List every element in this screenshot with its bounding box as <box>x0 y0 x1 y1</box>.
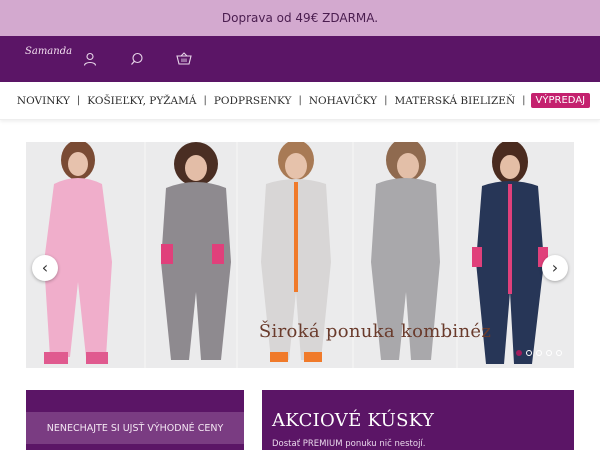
sale-items-title: AKCIOVÉ KÚSKY <box>272 410 435 431</box>
nav-item-materska-bielizen[interactable]: MATERSKÁ BIELIZEŇ <box>388 95 523 107</box>
hero-slider[interactable]: Široká ponuka kombinéz ‹ › <box>26 142 574 368</box>
logo[interactable]: Samanda <box>25 46 72 57</box>
slider-dot[interactable] <box>536 350 542 356</box>
nav-item-novinky[interactable]: NOVINKY <box>10 95 77 107</box>
deals-button[interactable]: NENECHAJTE SI UJSŤ VÝHODNÉ CENY <box>26 412 244 444</box>
nav-item-vypredaj[interactable]: VÝPREDAJ <box>530 93 591 108</box>
slider-dot[interactable] <box>526 350 532 356</box>
sale-items-subtitle: Dostať PREMIUM ponuku nič nestojí. <box>272 439 426 449</box>
cart-icon[interactable] <box>175 50 193 68</box>
slider-dot[interactable] <box>516 350 522 356</box>
search-icon[interactable] <box>128 50 146 68</box>
nav-separator: | <box>522 95 526 106</box>
newsletter-card: NENECHAJTE SI UJSŤ VÝHODNÉ CENY <box>26 390 244 450</box>
hero-caption: Široká ponuka kombinéz <box>258 321 492 342</box>
nav-item-nohavicky[interactable]: NOHAVIČKY <box>302 95 384 107</box>
sale-items-card[interactable]: AKCIOVÉ KÚSKY Dostať PREMIUM ponuku nič … <box>262 390 574 450</box>
slider-dot[interactable] <box>556 350 562 356</box>
prev-arrow-icon[interactable]: ‹ <box>32 255 58 281</box>
next-arrow-icon[interactable]: › <box>542 255 568 281</box>
main-nav: NOVINKY | KOŠIEĽKY, PYŽAMÁ | PODPRSENKY … <box>0 82 600 120</box>
promo-text: Doprava od 49€ ZDARMA. <box>221 11 379 25</box>
user-icon[interactable] <box>81 50 99 68</box>
slider-dot[interactable] <box>546 350 552 356</box>
nav-item-kosielky-pyzama[interactable]: KOŠIEĽKY, PYŽAMÁ <box>80 95 203 107</box>
promo-bar: Doprava od 49€ ZDARMA. <box>0 0 600 36</box>
slider-dots <box>516 350 562 356</box>
nav-item-podprsenky[interactable]: PODPRSENKY <box>207 95 299 107</box>
site-header: Samanda <box>0 36 600 82</box>
